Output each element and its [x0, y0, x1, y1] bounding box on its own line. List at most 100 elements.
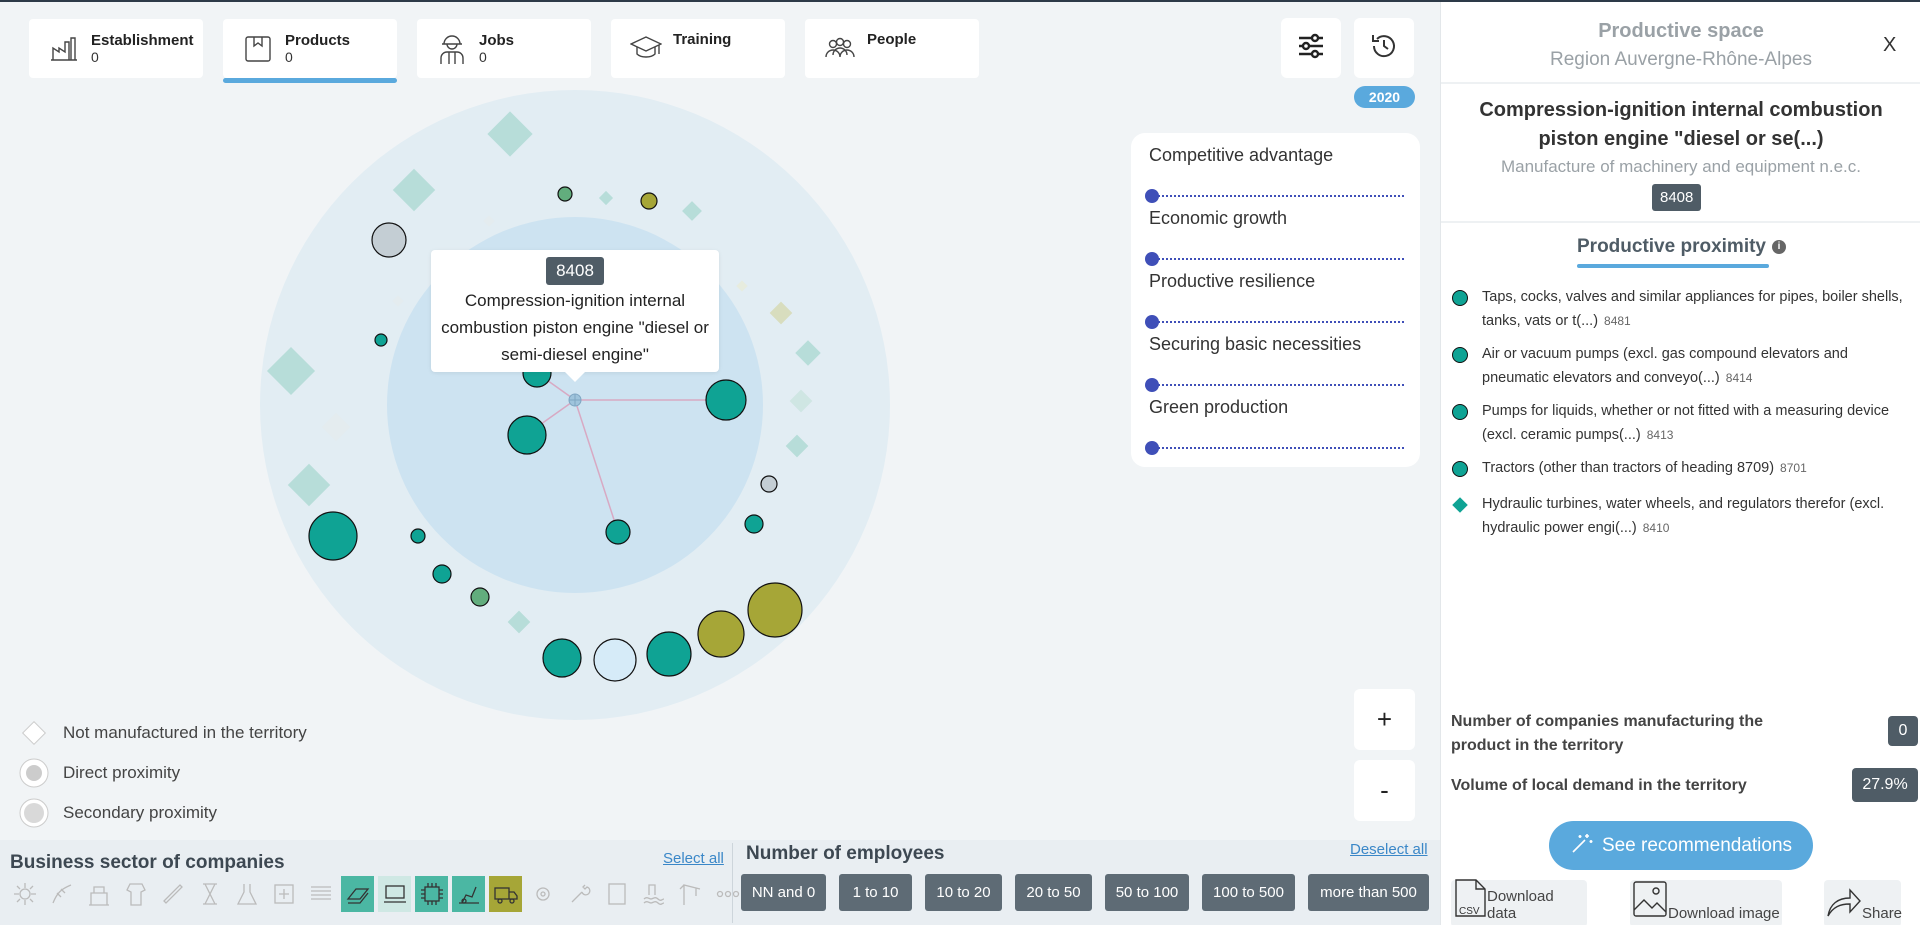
sector-paper-icon[interactable]	[193, 876, 226, 912]
circle-marker-icon	[1451, 289, 1471, 333]
employees-more-500-button[interactable]: more than 500	[1308, 874, 1429, 911]
sector-repair-icon[interactable]	[563, 876, 596, 912]
node-circle[interactable]	[605, 519, 631, 545]
more-sectors-icon[interactable]	[711, 876, 744, 912]
sector-textile-icon[interactable]	[119, 876, 152, 912]
svg-text:CSV: CSV	[1459, 906, 1480, 917]
indicator-slider-knob[interactable]	[1145, 252, 1159, 266]
sector-water-icon[interactable]	[637, 876, 670, 912]
employees-50-100-button[interactable]: 50 to 100	[1105, 874, 1189, 911]
sector-icon-list	[8, 876, 744, 912]
sector-food-icon[interactable]	[82, 876, 115, 912]
sector-transport-icon[interactable]	[489, 876, 522, 912]
circle-marker-icon	[1451, 460, 1471, 483]
sector-plastics-icon[interactable]	[304, 876, 337, 912]
info-icon[interactable]: i	[1772, 239, 1786, 254]
zoom-in-button[interactable]: +	[1354, 689, 1415, 750]
history-icon	[1370, 32, 1398, 65]
indicator-slider-knob[interactable]	[1145, 378, 1159, 392]
node-circle[interactable]	[744, 514, 764, 534]
proximity-item[interactable]: Tractors (other than tractors of heading…	[1451, 456, 1913, 483]
employees-1-10-button[interactable]: 1 to 10	[839, 874, 912, 911]
zoom-out-button[interactable]: -	[1354, 760, 1415, 821]
sliders-icon	[1297, 33, 1325, 64]
download-image-button[interactable]: Download image	[1630, 880, 1782, 925]
sector-electronics-icon[interactable]	[378, 876, 411, 912]
sector-crane-icon[interactable]	[674, 876, 707, 912]
sector-construction-icon[interactable]	[600, 876, 633, 912]
sector-chips-icon[interactable]	[415, 876, 448, 912]
node-circle[interactable]	[542, 638, 582, 678]
panel-divider	[1441, 82, 1920, 84]
sector-filter-title: Business sector of companies	[10, 852, 285, 873]
node-circle[interactable]	[507, 415, 547, 455]
indicator-slider-track[interactable]	[1149, 258, 1404, 260]
proximity-tab[interactable]: Productive proximity i	[1577, 236, 1786, 258]
sector-chemistry-icon[interactable]	[230, 876, 263, 912]
node-circle[interactable]	[697, 610, 745, 658]
indicator-slider-knob[interactable]	[1145, 189, 1159, 203]
share-button[interactable]: Share	[1824, 880, 1902, 925]
indicator-slider-knob[interactable]	[1145, 441, 1159, 455]
node-circle[interactable]	[410, 528, 426, 544]
node-circle[interactable]	[747, 582, 803, 638]
product-name: Compression-ignition internal combustion…	[1479, 99, 1883, 150]
node-circle[interactable]	[374, 333, 388, 347]
proximity-item-code: 8410	[1642, 521, 1670, 535]
sector-pharma-icon[interactable]	[267, 876, 300, 912]
circle-icon	[19, 798, 49, 828]
image-file-icon	[1632, 880, 1668, 922]
node-circle[interactable]	[308, 511, 358, 561]
node-circle[interactable]	[646, 631, 692, 677]
employees-10-20-button[interactable]: 10 to 20	[925, 874, 1002, 911]
panel-region: Region Auvergne-Rhône-Alpes	[1550, 49, 1812, 70]
node-circle[interactable]	[593, 638, 637, 682]
node-circle[interactable]	[432, 564, 452, 584]
indicator-securing-basic-necessities: Securing basic necessities	[1145, 334, 1404, 397]
selected-node[interactable]	[568, 393, 582, 407]
node-circle[interactable]	[640, 192, 658, 210]
indicator-slider-knob[interactable]	[1145, 315, 1159, 329]
select-all-link[interactable]: Select all	[663, 850, 724, 867]
download-data-label: Download data	[1487, 888, 1554, 922]
download-image-label: Download image	[1668, 905, 1780, 922]
sector-gear-icon[interactable]	[526, 876, 559, 912]
deselect-all-link[interactable]: Deselect all	[1350, 841, 1428, 858]
sector-wood-icon[interactable]	[156, 876, 189, 912]
product-detail-panel: Productive space Region Auvergne-Rhône-A…	[1440, 2, 1920, 925]
proximity-item[interactable]: Taps, cocks, valves and similar applianc…	[1451, 285, 1913, 333]
sector-agriculture-icon[interactable]	[45, 876, 78, 912]
indicator-slider-track[interactable]	[1149, 195, 1404, 197]
filter-settings-button[interactable]	[1281, 18, 1341, 78]
employees-20-50-button[interactable]: 20 to 50	[1015, 874, 1092, 911]
node-circle[interactable]	[760, 475, 778, 493]
history-button[interactable]	[1354, 18, 1414, 78]
employees-nn-0-button[interactable]: NN and 0	[741, 874, 826, 911]
close-panel-button[interactable]: X	[1883, 34, 1896, 57]
year-badge[interactable]: 2020	[1354, 86, 1415, 108]
node-circle[interactable]	[557, 186, 573, 202]
sector-energy-icon[interactable]	[8, 876, 41, 912]
node-circle[interactable]	[371, 222, 407, 258]
proximity-item[interactable]: Hydraulic turbines, water wheels, and re…	[1451, 492, 1913, 540]
download-data-button[interactable]: CSV Download data	[1451, 879, 1587, 925]
indicator-slider-track[interactable]	[1149, 384, 1404, 386]
node-tooltip: 8408 Compression-ignition internal combu…	[431, 250, 719, 382]
node-circle[interactable]	[470, 587, 490, 607]
proximity-item[interactable]: Pumps for liquids, whether or not fitted…	[1451, 399, 1913, 447]
node-circle[interactable]	[705, 379, 747, 421]
proximity-title: Productive proximity	[1577, 236, 1766, 257]
employees-100-500-button[interactable]: 100 to 500	[1202, 874, 1295, 911]
see-recommendations-button[interactable]: See recommendations	[1549, 821, 1813, 870]
indicator-label: Productive resilience	[1149, 271, 1316, 291]
legend-label: Secondary proximity	[63, 803, 218, 822]
sector-metal-icon[interactable]	[341, 876, 374, 912]
proximity-tab-underline	[1577, 264, 1769, 268]
sector-machinery-icon[interactable]	[452, 876, 485, 912]
indicator-slider-track[interactable]	[1149, 321, 1404, 323]
indicator-label: Green production	[1149, 397, 1289, 417]
proximity-item-code: 8481	[1604, 314, 1631, 328]
indicator-slider-track[interactable]	[1149, 447, 1404, 449]
proximity-item[interactable]: Air or vacuum pumps (excl. gas compound …	[1451, 342, 1913, 390]
product-code-badge: 8408	[1652, 184, 1702, 211]
